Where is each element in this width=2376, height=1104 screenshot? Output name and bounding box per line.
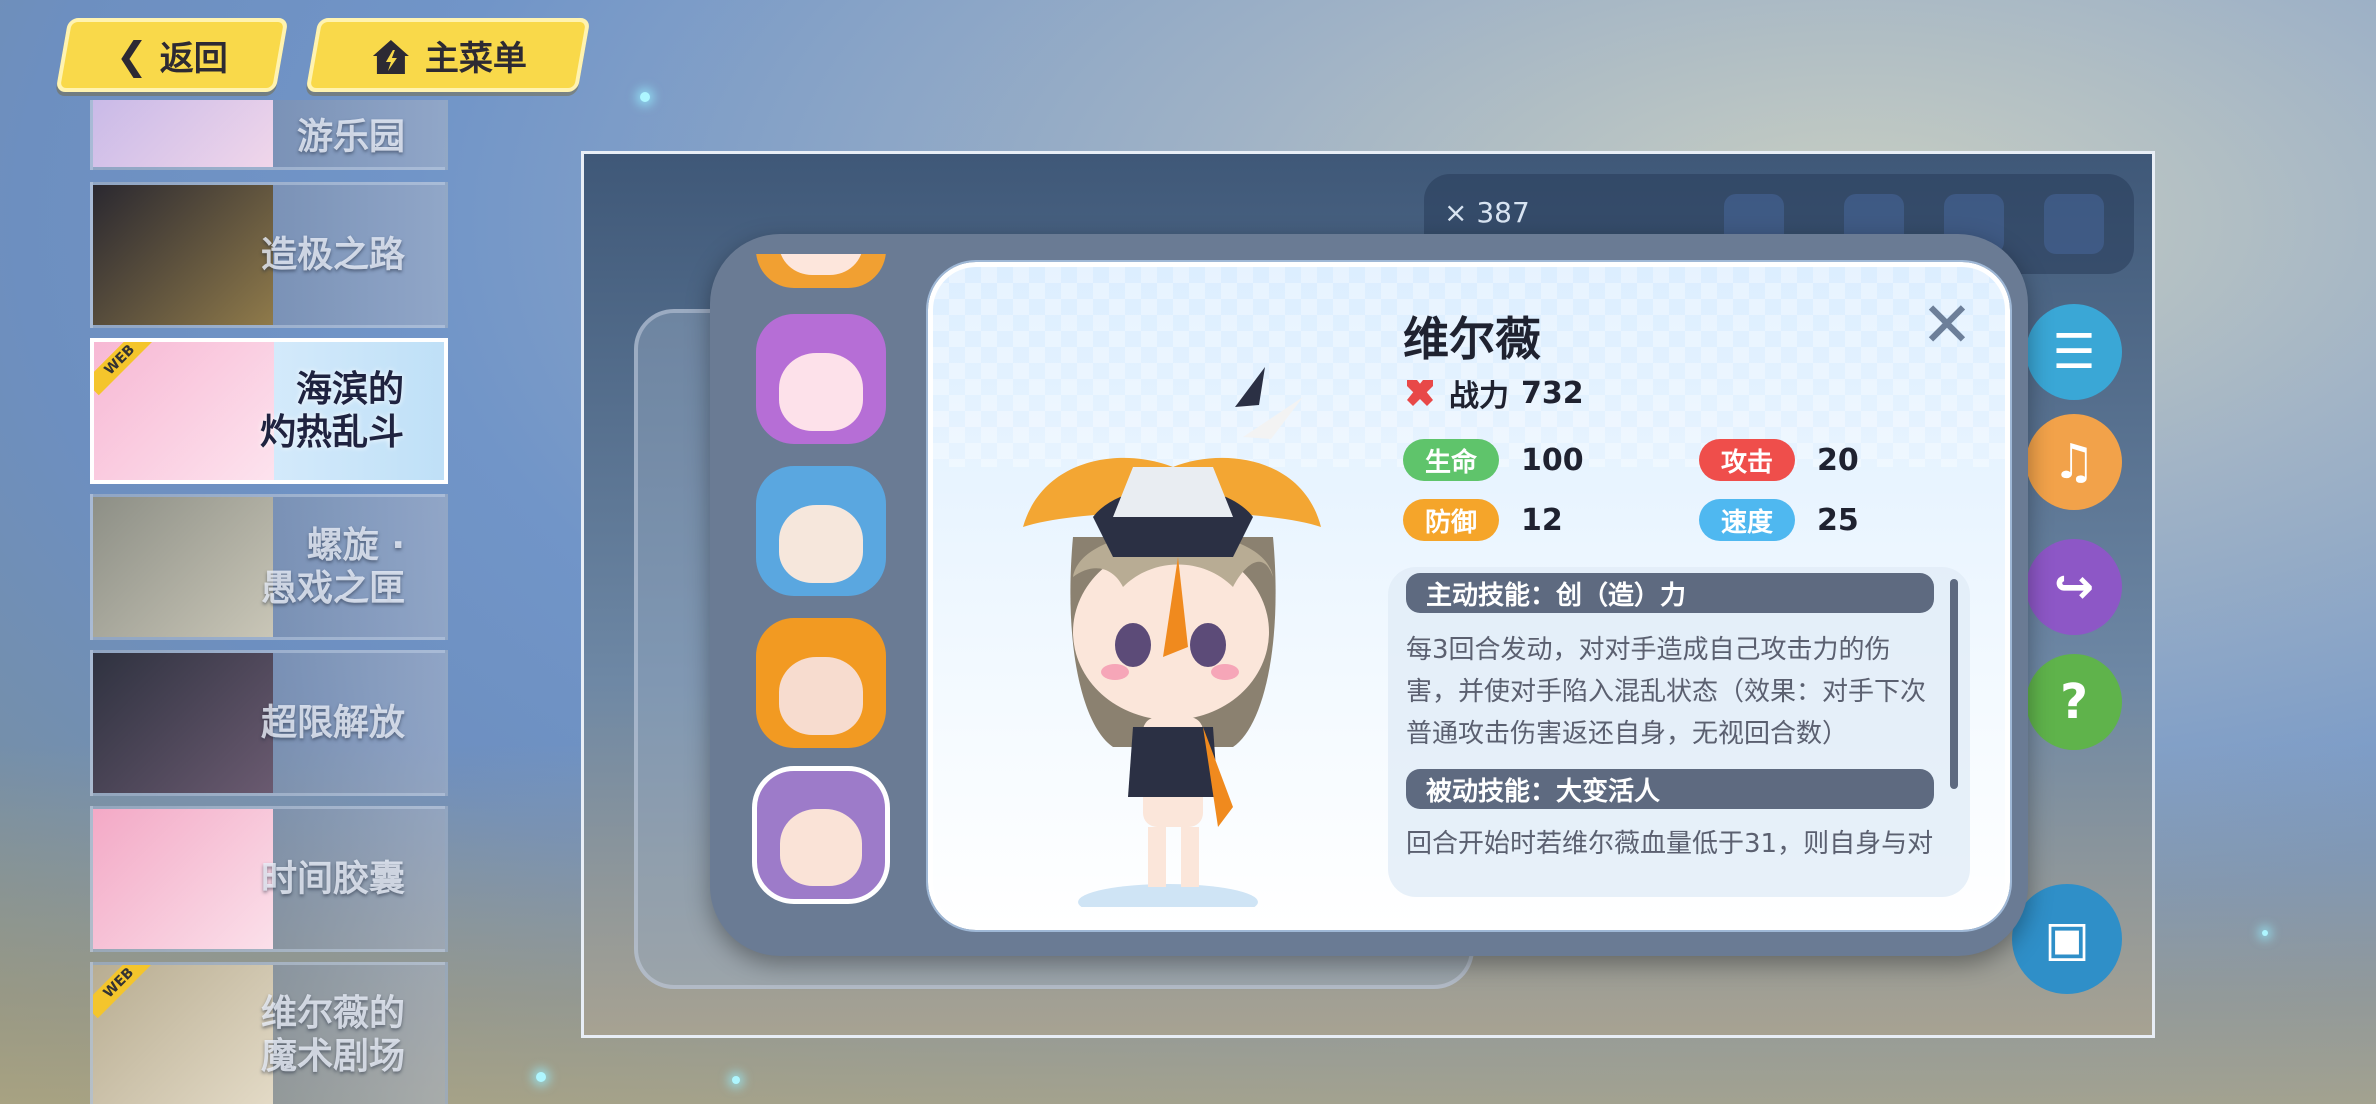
help-icon[interactable]: ? bbox=[2026, 654, 2122, 750]
combat-power: 战力 732 bbox=[1403, 371, 1584, 415]
passive-skill-desc-line: 回合开始时若维尔薇血量低于31，则自身与对 bbox=[1406, 829, 1934, 859]
sidebar-item-road-to-peak[interactable]: 造极之路 bbox=[90, 182, 448, 328]
sidebar-item-spiral-box[interactable]: 螺旋 · 愚戏之匣 bbox=[90, 494, 448, 640]
skill-description-panel[interactable]: 主动技能：创（造）力 每3回合发动，对对手造成自己攻击力的伤 害，并使对手陷入混… bbox=[1388, 567, 1970, 897]
character-portrait[interactable] bbox=[756, 618, 886, 748]
home-icon bbox=[373, 39, 409, 73]
event-sidebar[interactable]: 游乐园 造极之路 WEB 海滨的 灼热乱斗 螺旋 · 愚戏之匣 超限解放 时间胶… bbox=[90, 100, 450, 1104]
stat-atk: 攻击 20 bbox=[1699, 439, 1859, 481]
music-icon[interactable]: ♫ bbox=[2026, 414, 2122, 510]
sparkle bbox=[640, 92, 650, 102]
stat-hp: 生命 100 bbox=[1403, 439, 1584, 481]
scrollbar[interactable] bbox=[1950, 579, 1958, 789]
sidebar-item-label: 维尔薇的 魔术剧场 bbox=[260, 992, 405, 1077]
character-portrait-list[interactable] bbox=[752, 254, 892, 944]
sidebar-item-amusement-park[interactable]: 游乐园 bbox=[90, 100, 448, 170]
crossed-swords-icon bbox=[1407, 380, 1433, 406]
stat-spd-value: 25 bbox=[1817, 502, 1859, 538]
menu-icon[interactable] bbox=[2044, 194, 2104, 254]
sidebar-item-label: 游乐园 bbox=[296, 116, 405, 158]
main-menu-button[interactable]: 主菜单 bbox=[305, 18, 591, 92]
sidebar-item-time-capsule[interactable]: 时间胶囊 bbox=[90, 806, 448, 952]
stat-hp-label: 生命 bbox=[1403, 439, 1499, 481]
treasure-chest-icon[interactable]: ▣ bbox=[2012, 884, 2122, 994]
close-icon[interactable]: ✕ bbox=[1919, 294, 1975, 356]
portrait-face bbox=[779, 353, 863, 431]
event-thumbnail bbox=[93, 653, 273, 793]
portrait-face bbox=[779, 657, 863, 735]
character-portrait[interactable] bbox=[756, 314, 886, 444]
sidebar-item-magic-theater[interactable]: WEB 维尔薇的 魔术剧场 bbox=[90, 962, 448, 1104]
stat-def-label: 防御 bbox=[1403, 499, 1499, 541]
passive-skill-title: 被动技能：大变活人 bbox=[1406, 769, 1934, 809]
sparkle bbox=[536, 1072, 546, 1082]
stat-atk-label: 攻击 bbox=[1699, 439, 1795, 481]
character-illustration bbox=[1023, 367, 1321, 907]
character-portrait-selected[interactable] bbox=[752, 766, 890, 904]
sidebar-item-beach-brawl[interactable]: WEB 海滨的 灼热乱斗 bbox=[90, 338, 448, 484]
event-thumbnail bbox=[93, 100, 273, 167]
event-thumbnail bbox=[93, 185, 273, 325]
share-icon[interactable]: ↪ bbox=[2026, 539, 2122, 635]
sidebar-item-label: 海滨的 灼热乱斗 bbox=[259, 368, 404, 453]
main-menu-label: 主菜单 bbox=[425, 38, 527, 79]
stat-atk-value: 20 bbox=[1817, 442, 1859, 478]
sidebar-item-limit-break[interactable]: 超限解放 bbox=[90, 650, 448, 796]
power-label: 战力 bbox=[1449, 379, 1509, 414]
stat-def: 防御 12 bbox=[1403, 499, 1563, 541]
active-skill-title: 主动技能：创（造）力 bbox=[1406, 573, 1934, 613]
sidebar-item-label: 螺旋 · 愚戏之匣 bbox=[260, 524, 405, 609]
portrait-face bbox=[779, 505, 863, 583]
event-thumbnail bbox=[93, 497, 273, 637]
character-modal: ✕ 维尔薇 战力 732 生命 100 攻击 20 防御 12 速度 25 主动… bbox=[710, 234, 2028, 956]
back-button[interactable]: ❮ 返回 bbox=[55, 18, 289, 92]
sidebar-item-label: 时间胶囊 bbox=[260, 858, 405, 900]
sidebar-item-label: 造极之路 bbox=[260, 234, 405, 276]
power-value: 732 bbox=[1521, 375, 1584, 411]
character-detail-card: ✕ 维尔薇 战力 732 生命 100 攻击 20 防御 12 速度 25 主动… bbox=[926, 260, 2012, 932]
event-thumbnail bbox=[93, 809, 273, 949]
portrait-face bbox=[779, 254, 863, 275]
back-label: 返回 bbox=[159, 38, 228, 79]
sparkle bbox=[732, 1076, 740, 1084]
stat-spd-label: 速度 bbox=[1699, 499, 1795, 541]
active-skill-desc-line: 每3回合发动，对对手造成自己攻击力的伤 bbox=[1406, 635, 1891, 665]
portrait-face bbox=[780, 809, 862, 887]
sidebar-item-label: 超限解放 bbox=[260, 702, 405, 744]
chevron-left-icon: ❮ bbox=[116, 33, 148, 77]
sparkle bbox=[2262, 930, 2268, 936]
stat-def-value: 12 bbox=[1521, 502, 1563, 538]
character-portrait[interactable] bbox=[756, 254, 886, 288]
character-portrait[interactable] bbox=[756, 466, 886, 596]
stat-spd: 速度 25 bbox=[1699, 499, 1859, 541]
coin-count: × 387 bbox=[1444, 196, 1530, 229]
list-icon[interactable]: ☰ bbox=[2026, 304, 2122, 400]
active-skill-desc-line: 普通攻击伤害返还自身，无视回合数） bbox=[1406, 719, 1849, 749]
active-skill-desc-line: 害，并使对手陷入混乱状态（效果：对手下次 bbox=[1406, 677, 1927, 707]
character-name: 维尔薇 bbox=[1403, 312, 1541, 366]
stat-hp-value: 100 bbox=[1521, 442, 1584, 478]
